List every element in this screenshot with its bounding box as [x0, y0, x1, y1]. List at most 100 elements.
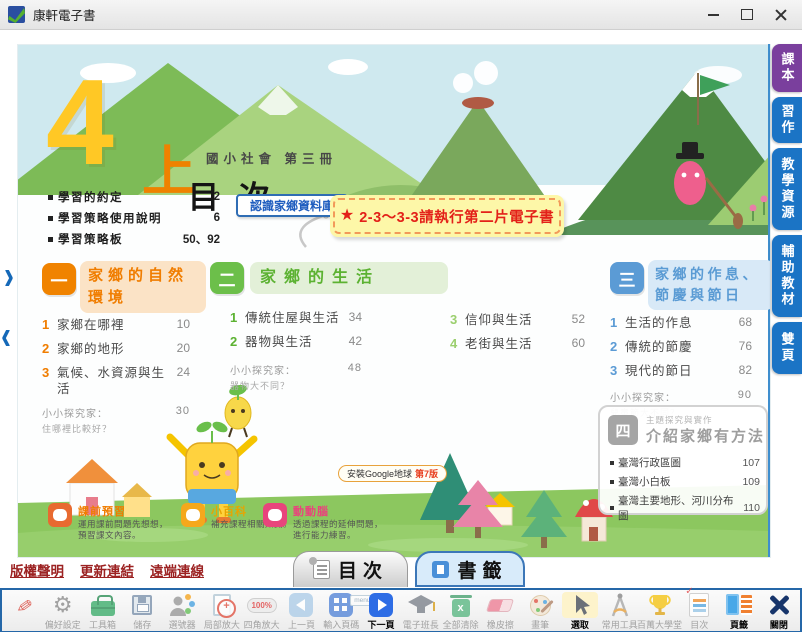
copyright-link[interactable]: 版權聲明	[10, 560, 64, 580]
toc-item[interactable]: 3 信仰與生活 52	[450, 312, 585, 328]
toc-item[interactable]: 學習策略使用說明 6	[48, 210, 220, 226]
note-connector	[290, 213, 334, 253]
toc-item[interactable]: 學習的約定 2	[48, 189, 220, 205]
toolbar-eraser-button[interactable]: 橡皮擦	[481, 592, 519, 631]
toolbar-page-tabs-button[interactable]: 頁籤	[720, 592, 758, 631]
unit4-block: 四 主題探究與實作 介紹家鄉有方法 臺灣行政區圖 107 臺灣小白板 109 臺…	[598, 405, 768, 515]
tab-teaching-resources[interactable]: 教學資源	[772, 148, 802, 230]
toolbar-save-button[interactable]: 儲存	[123, 592, 161, 631]
tab-textbook[interactable]: 課本	[772, 44, 802, 92]
unit1-items: 1 家鄉在哪裡 10 2 家鄉的地形 20 3 氣候、水資源與生活 24	[42, 317, 190, 405]
toolbar-quiz-game-button[interactable]: 百萬大學堂	[641, 592, 679, 631]
item-page-number: 52	[572, 312, 585, 326]
bookmark-icon	[432, 561, 449, 578]
toc-item[interactable]: 1 傳統住屋與生活 34	[230, 310, 362, 326]
explorer-label: 小小探究家：	[230, 362, 296, 377]
unit1-title[interactable]: 家鄉的自然環境	[80, 261, 206, 313]
preview-mascot-icon	[48, 503, 72, 527]
toolbox-icon	[91, 601, 115, 616]
footer-tab-label: 目次	[338, 556, 388, 583]
toolbar-common-tools-button[interactable]: 常用工具	[601, 592, 639, 631]
toolbar-page-number-input-button[interactable]: menu 輸入頁碼	[322, 592, 360, 631]
chevron-left-icon[interactable]: ‹	[1, 317, 11, 358]
item-page-number: 48	[348, 362, 362, 377]
tab-workbook[interactable]: 習作	[772, 97, 802, 143]
item-page-number: 82	[739, 363, 752, 377]
item-page-number: 34	[349, 310, 362, 324]
toolbar-number-picker-button[interactable]: 選號器	[163, 592, 201, 631]
tab-supplementary-materials[interactable]: 輔助教材	[772, 235, 802, 317]
toolbar-select-button[interactable]: 選取	[561, 592, 599, 631]
item-title: 家鄉在哪裡	[57, 317, 173, 333]
toc-item[interactable]: 臺灣小白板 109	[610, 474, 760, 489]
toolbar-corner-zoom-button[interactable]: 100% 四角放大	[243, 592, 281, 631]
footer-tab-bookmark[interactable]: 書籤	[415, 551, 525, 587]
item-page-number: 68	[739, 315, 752, 329]
unit2-number-badge: 二	[210, 262, 244, 294]
toolbar-preferences-button[interactable]: 偏好設定	[44, 592, 82, 631]
item-page-number: 6	[214, 212, 220, 224]
toolbar-close-button[interactable]: 關閉	[760, 592, 798, 631]
unit3-title[interactable]: 家鄉的作息、節慶與節日	[648, 260, 770, 310]
toc-item[interactable]: 1 生活的作息 68	[610, 315, 752, 331]
toolbar-partial-zoom-button[interactable]: 局部放大	[203, 592, 241, 631]
trophy-icon	[642, 592, 678, 618]
save-icon	[132, 595, 152, 615]
unit4-title[interactable]: 介紹家鄉有方法	[646, 425, 765, 446]
bottom-toolbar: 偏好設定 工具箱 儲存 選號器 局部放大	[0, 588, 802, 632]
unit4-number-badge: 四	[608, 415, 638, 445]
footer-tab-toc[interactable]: 目次	[293, 551, 408, 587]
remote-connect-link[interactable]: 遠端連線	[150, 560, 204, 580]
toolbar-clear-all-button[interactable]: 全部清除	[442, 592, 480, 631]
maximize-button[interactable]	[730, 4, 764, 26]
item-page-number: 30	[176, 405, 190, 420]
footer-tab-label: 書籤	[457, 556, 507, 583]
update-link[interactable]: 更新連結	[80, 560, 134, 580]
toolbar-next-page-button[interactable]: 下一頁	[362, 592, 400, 631]
toc-item[interactable]: 1 家鄉在哪裡 10	[42, 317, 190, 333]
minimize-button[interactable]	[696, 4, 730, 26]
explorer-label: 小小探究家：	[610, 389, 676, 404]
unit4-items: 臺灣行政區圖 107 臺灣小白板 109 臺灣主要地形、河川分布圖 110	[610, 455, 760, 527]
app-logo-icon	[8, 6, 25, 23]
chevron-right-icon[interactable]: ›	[4, 257, 14, 298]
google-earth-label: 安裝Google地球	[347, 467, 412, 480]
toc-item[interactable]: 2 傳統的節慶 76	[610, 339, 752, 355]
item-number: 3	[450, 312, 465, 327]
toolbar-paintbrush-button[interactable]: 畫筆	[521, 592, 559, 631]
toolbar-laser-pen-button[interactable]	[4, 592, 42, 631]
toolbar-prev-page-button[interactable]: 上一頁	[282, 592, 320, 631]
tab-double-page[interactable]: 雙頁	[772, 322, 802, 374]
item-title: 信仰與生活	[465, 312, 568, 328]
toolbar-e-class-leader-button[interactable]: 電子班長	[402, 592, 440, 631]
item-number: 2	[610, 339, 625, 354]
google-earth-version: 第7版	[415, 467, 438, 480]
toc-item[interactable]: 3 現代的節日 82	[610, 363, 752, 379]
unit2-title[interactable]: 家鄉的生活	[250, 262, 448, 294]
item-page-number: 110	[743, 502, 760, 514]
checklist-icon	[689, 593, 709, 617]
unit2-explorer[interactable]: 小小探究家： 48 器物大不同？	[230, 362, 362, 392]
toc-item[interactable]: 2 家鄉的地形 20	[42, 341, 190, 357]
notice-text: 2-3～3-3請執行第二片電子書	[359, 206, 554, 227]
explorer-question: 器物大不同？	[230, 379, 362, 392]
gear-icon	[53, 592, 73, 618]
toc-item[interactable]: 臺灣行政區圖 107	[610, 455, 760, 470]
toc-item[interactable]: 4 老街與生活 60	[450, 336, 585, 352]
item-number: 1	[230, 310, 245, 325]
item-title: 臺灣小白板	[618, 474, 671, 489]
cursor-icon	[562, 592, 598, 618]
close-window-button[interactable]	[764, 4, 798, 26]
toolbar-toolbox-button[interactable]: 工具箱	[84, 592, 122, 631]
toolbar-toc-button[interactable]: 目次	[680, 592, 718, 631]
toc-item[interactable]: 2 器物與生活 42	[230, 334, 362, 350]
toc-item[interactable]: 臺灣主要地形、河川分布圖 110	[610, 493, 760, 523]
item-page-number: 107	[742, 457, 760, 469]
unit1-explorer[interactable]: 小小探究家： 30 住哪裡比較好？	[42, 405, 190, 435]
explorer-label: 小小探究家：	[42, 405, 108, 420]
item-page-number: 2	[214, 191, 220, 203]
toc-item[interactable]: 3 氣候、水資源與生活 24	[42, 365, 190, 397]
toc-item[interactable]: 學習策略板 50、92	[48, 231, 220, 247]
textbook-page: 4 上 國小社會 第三冊 目次 學習的約定 2 學習策略使用說明 6 學習策略板…	[18, 45, 770, 557]
item-title: 學習策略板	[58, 231, 123, 247]
